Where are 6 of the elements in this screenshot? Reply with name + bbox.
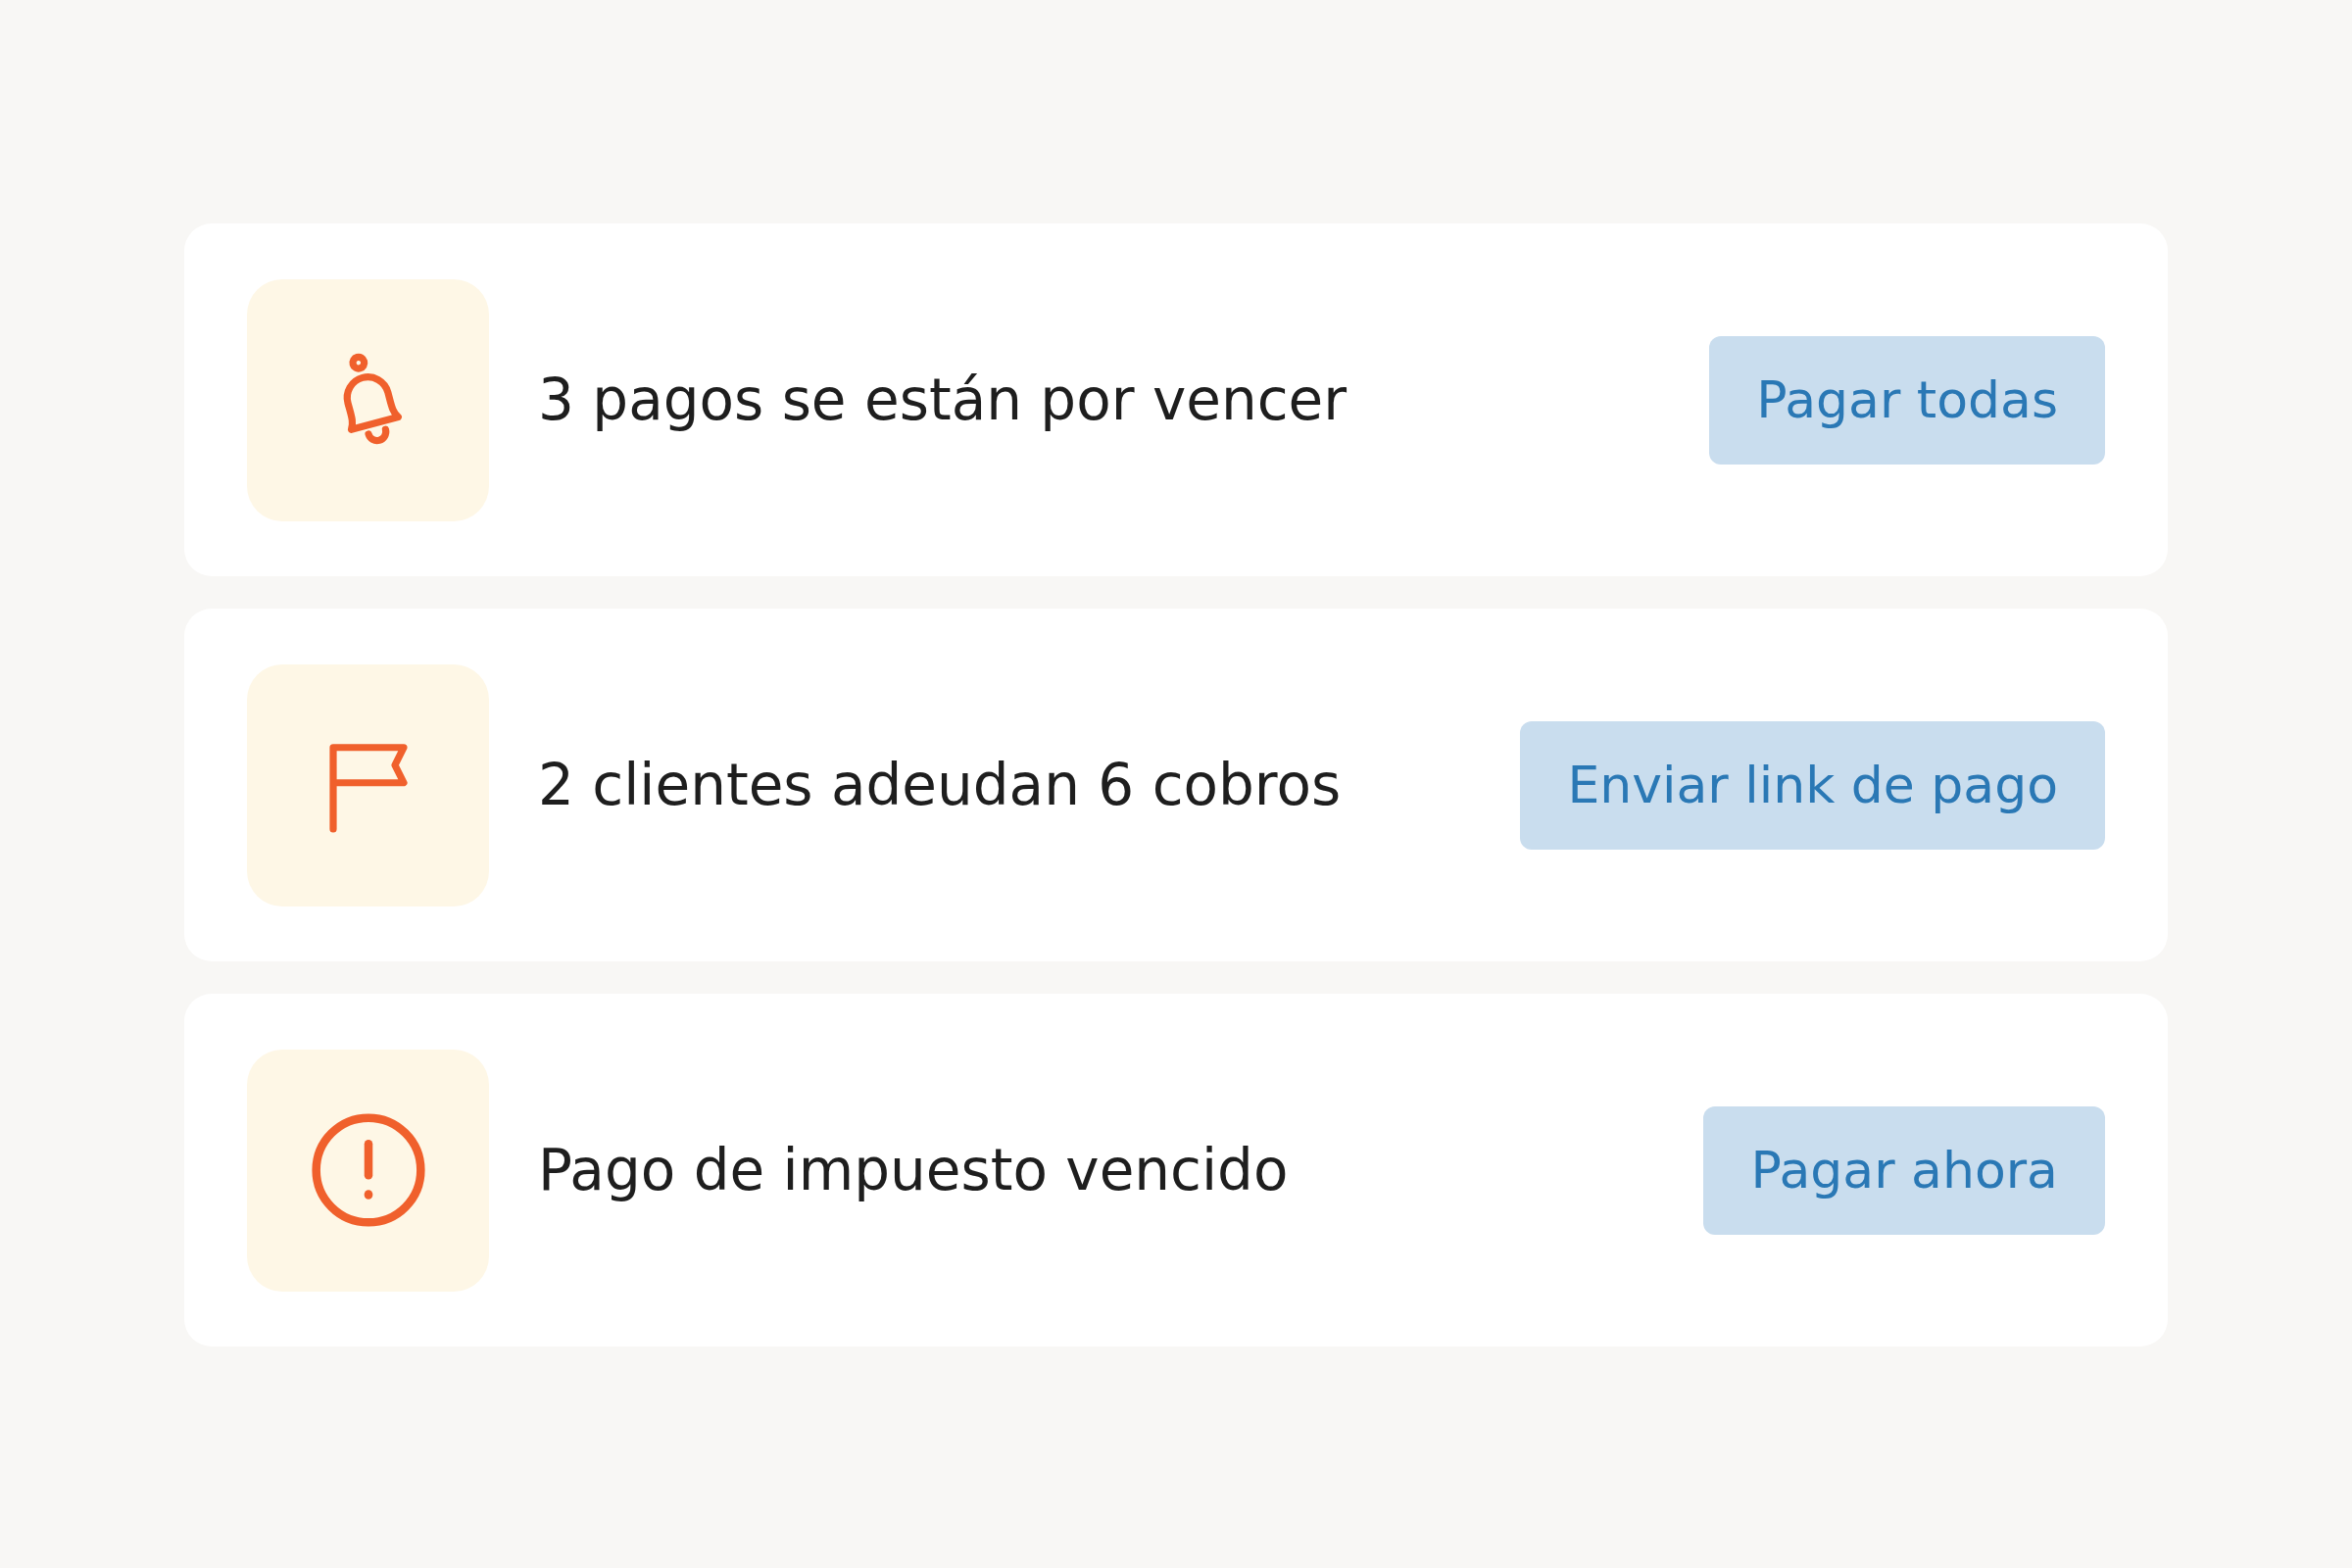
alert-message: 3 pagos se están por vencer <box>538 367 1348 433</box>
action-button[interactable]: Pagar ahora <box>1703 1105 2105 1235</box>
alert-message: Pago de impuesto vencido <box>538 1137 1290 1203</box>
alert-message: 2 clientes adeudan 6 cobros <box>538 752 1343 818</box>
action-button[interactable]: Pagar todas <box>1709 335 2105 465</box>
action-button[interactable]: Enviar link de pago <box>1520 720 2105 850</box>
